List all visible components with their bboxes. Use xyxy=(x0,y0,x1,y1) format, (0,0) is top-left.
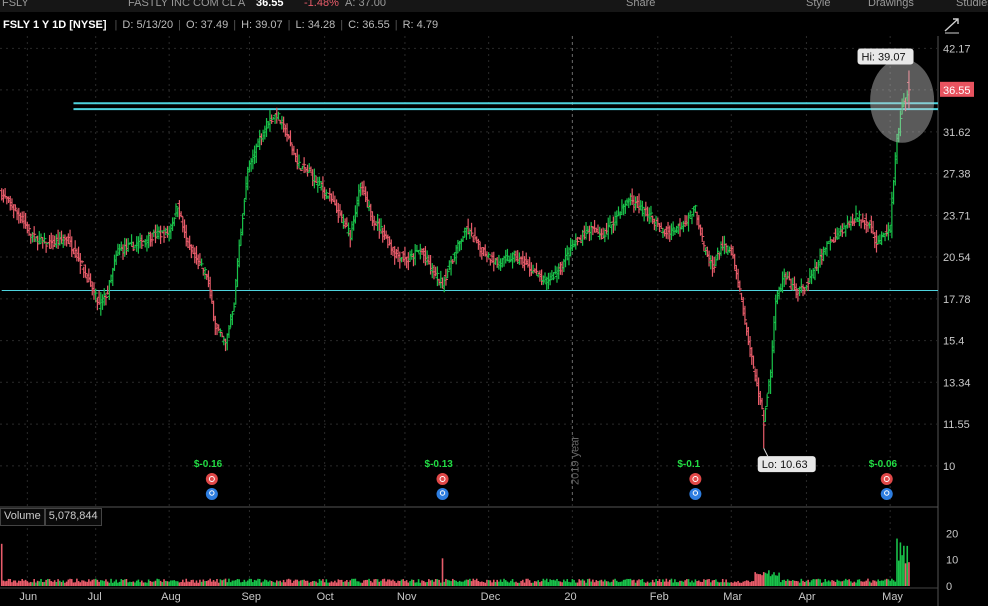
x-tick-label: 20 xyxy=(564,591,576,603)
x-tick-label: Feb xyxy=(650,591,669,603)
x-tick-label: Jun xyxy=(19,591,37,603)
dividend-info-icon xyxy=(689,488,702,500)
dividend-info-icon xyxy=(880,488,893,500)
price-chart[interactable]: 42.17 31.62 27.38 23.71 20.54 17.78 15.4 13.34 1… xyxy=(0,0,988,606)
dividend-info-icon xyxy=(436,488,449,500)
x-tick-label: Dec xyxy=(481,591,501,603)
earnings-call-icon xyxy=(205,473,218,485)
x-tick-label: Sep xyxy=(241,591,261,603)
last-price-tag-label: 36.55 xyxy=(943,85,971,97)
earnings-call-icon xyxy=(689,473,702,485)
earnings-label: $-0.13 xyxy=(425,459,454,470)
earnings-label: $-0.1 xyxy=(677,459,700,470)
x-tick-label: Oct xyxy=(317,591,334,603)
earnings-label: $-0.16 xyxy=(194,459,223,470)
y-tick-label: 17.78 xyxy=(943,294,971,306)
hi-callout-label: Hi: 39.07 xyxy=(862,51,906,63)
y-tick-label: 23.71 xyxy=(943,210,971,222)
lo-callout-pointer xyxy=(763,447,769,457)
volume-panel-label: Volume 5,078,844 xyxy=(0,508,102,526)
earnings-label: $-0.06 xyxy=(869,459,898,470)
earnings-call-icon xyxy=(436,473,449,485)
highlight-ellipse xyxy=(870,58,935,143)
dividend-info-icon xyxy=(205,488,218,500)
x-tick-label: May xyxy=(882,591,903,603)
y-tick-label: 42.17 xyxy=(943,43,971,55)
x-tick-label: Mar xyxy=(723,591,742,603)
y-tick-label: 15.4 xyxy=(943,336,964,348)
earnings-call-icon xyxy=(880,473,893,485)
x-tick-label: Nov xyxy=(397,591,417,603)
y-tick-label: 20.54 xyxy=(943,252,971,264)
x-tick-label: Apr xyxy=(798,591,815,603)
y-tick-label: 11.55 xyxy=(943,419,970,431)
x-tick-label: Jul xyxy=(88,591,102,603)
volume-tick-label: 20 xyxy=(946,528,958,540)
volume-tick-label: 0 xyxy=(946,581,952,593)
y-tick-label: 31.62 xyxy=(943,127,971,139)
volume-tick-label: 10 xyxy=(946,555,958,567)
y-tick-label: 13.34 xyxy=(943,377,971,389)
lo-callout-label: Lo: 10.63 xyxy=(762,459,808,471)
y-tick-label: 27.38 xyxy=(943,169,971,181)
year-marker-label: 2019 year xyxy=(569,436,581,485)
x-tick-label: Aug xyxy=(161,591,181,603)
volume-value: 5,078,844 xyxy=(44,508,102,526)
y-tick-label: 10 xyxy=(943,461,955,473)
volume-title: Volume xyxy=(0,508,45,526)
